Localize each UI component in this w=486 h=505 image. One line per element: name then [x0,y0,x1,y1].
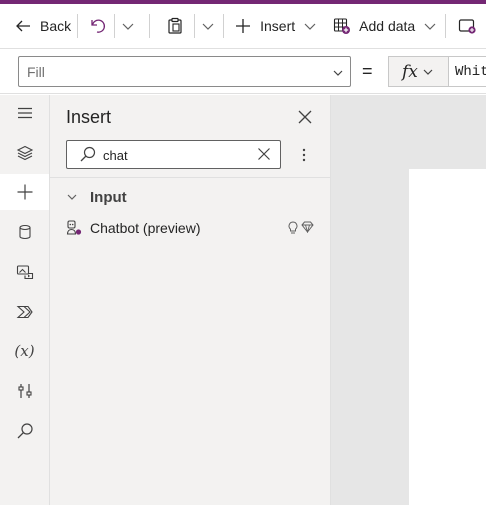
chevron-down-icon [304,23,316,30]
new-screen-icon [459,19,476,34]
toolbar-divider [114,14,116,38]
property-dropdown[interactable]: Fill [18,56,351,87]
chevron-down-icon [122,23,134,30]
left-nav-rail: (x) [0,95,50,505]
undo-button[interactable] [88,10,106,42]
formula-bar: Fill = fx Whit [0,48,486,94]
fx-icon: fx [402,61,418,82]
search-icon [80,146,96,162]
property-value: Fill [27,64,45,80]
more-vertical-icon [302,148,306,162]
chevron-down-icon [423,69,433,75]
paste-button[interactable] [166,10,184,42]
rail-item-advanced-tools[interactable] [0,373,49,409]
rail-item-variables[interactable]: (x) [0,333,49,369]
back-label: Back [40,18,72,34]
clear-search-icon[interactable] [257,147,271,161]
chevron-down-icon [424,23,436,30]
new-screen-button[interactable] [458,10,476,42]
panel-title: Insert [66,107,112,127]
insert-label: Insert [260,18,296,34]
power-automate-icon [16,305,33,319]
tree-view-icon [16,145,33,161]
paste-icon [168,17,182,34]
media-icon [16,265,33,280]
chevron-down-icon [202,23,214,30]
insert-panel: Insert chat Input Chatbot (preview) [50,95,331,505]
data-cylinder-icon [18,224,31,240]
toolbar-divider [223,14,225,38]
toolbar-divider [445,14,447,38]
rail-item-data[interactable] [0,214,49,250]
search-input[interactable]: chat [66,140,281,169]
chevron-down-icon [67,194,77,200]
list-item-chatbot[interactable]: Chatbot (preview) [50,215,331,241]
search-icon [17,423,33,439]
group-header-input[interactable]: Input [66,187,127,207]
rail-item-menu[interactable] [0,95,49,131]
command-bar: Back Insert Add data [0,4,486,48]
rail-item-power-automate[interactable] [0,294,49,330]
more-options-button[interactable] [300,147,308,163]
toolbar-divider [149,14,151,38]
insert-button[interactable]: Insert [234,10,317,42]
undo-icon [91,19,106,33]
rail-item-insert[interactable] [0,174,49,210]
app-screen-canvas[interactable] [409,169,486,505]
chatbot-icon [66,220,82,235]
add-data-button[interactable]: Add data [333,10,437,42]
fx-function-button[interactable]: fx [388,56,448,87]
add-data-label: Add data [359,18,416,34]
equals-sign: = [362,61,373,81]
add-data-icon [334,18,351,34]
hamburger-menu-icon [17,107,32,119]
panel-divider [50,177,331,178]
search-value: chat [103,148,128,163]
group-label: Input [90,188,127,206]
close-panel-button[interactable] [295,107,315,127]
lightbulb-icon [288,221,298,234]
canvas-area [331,95,486,505]
rail-item-tree-view[interactable] [0,135,49,171]
close-icon [298,110,312,124]
advanced-tools-icon [17,384,32,398]
paste-more-button[interactable] [201,10,215,42]
formula-input[interactable]: Whit [448,56,486,87]
toolbar-divider [194,14,196,38]
list-item-label: Chatbot (preview) [90,220,201,236]
variables-icon: (x) [14,342,35,360]
rail-item-search[interactable] [0,413,49,449]
premium-diamond-icon [301,221,314,233]
undo-more-button[interactable] [121,10,135,42]
back-button[interactable]: Back [14,10,71,42]
rail-item-media[interactable] [0,254,49,290]
back-arrow-icon [16,20,30,32]
toolbar-divider [77,14,79,38]
insert-plus-icon [17,184,32,200]
plus-icon [236,19,251,33]
chevron-down-icon [333,70,343,76]
